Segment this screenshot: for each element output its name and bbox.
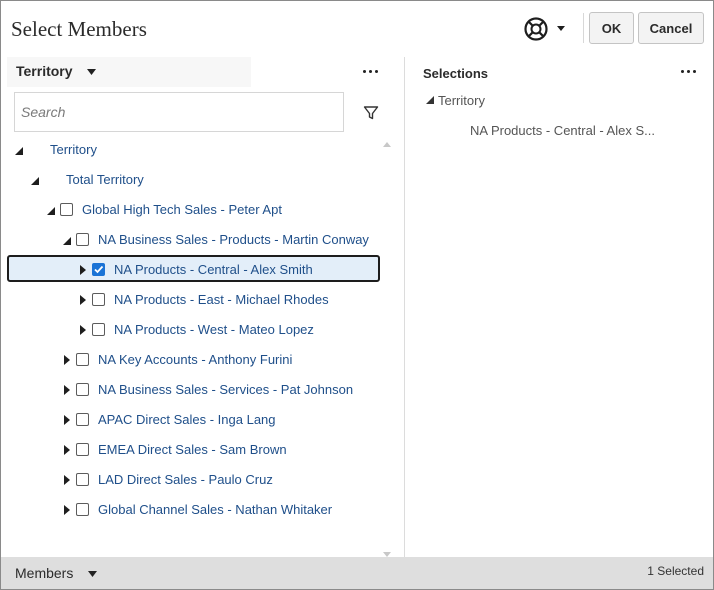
select-members-dialog: Select Members OK Cancel Territory Terri… [0,0,714,590]
tree-row[interactable]: Global High Tech Sales - Peter Apt [1,195,396,225]
tree-row[interactable]: NA Business Sales - Services - Pat Johns… [1,375,396,405]
members-view-dropdown[interactable]: Members [15,565,73,581]
collapsed-triangle-icon[interactable] [61,384,73,396]
checkbox[interactable] [76,413,89,426]
tree-row[interactable]: Global Channel Sales - Nathan Whitaker [1,495,396,525]
help-menu-chevron-down-icon[interactable] [556,23,566,33]
collapsed-triangle-icon[interactable] [61,354,73,366]
cancel-button[interactable]: Cancel [638,12,704,44]
tree-row[interactable]: NA Products - Central - Alex Smith [1,255,396,285]
collapsed-triangle-icon[interactable] [77,264,89,276]
checkbox[interactable] [76,353,89,366]
help-lifebuoy-icon[interactable] [523,16,549,42]
expanded-triangle-icon[interactable] [13,144,25,156]
filter-icon[interactable] [363,105,379,121]
selections-group-territory[interactable]: Territory [438,93,485,108]
collapsed-triangle-icon[interactable] [61,474,73,486]
collapsed-triangle-icon[interactable] [77,324,89,336]
tree-row[interactable]: LAD Direct Sales - Paulo Cruz [1,465,396,495]
selected-count: 1 Selected [647,564,704,578]
ok-button[interactable]: OK [589,12,634,44]
tree-item-label[interactable]: Territory [50,142,97,157]
search-input[interactable] [14,92,344,132]
selections-title: Selections [423,66,489,81]
tree-item-label[interactable]: EMEA Direct Sales - Sam Brown [98,442,287,457]
tree-item-label[interactable]: NA Products - Central - Alex Smith [114,262,313,277]
tree-item-label[interactable]: NA Products - East - Michael Rhodes [114,292,329,307]
dialog-title: Select Members [11,17,147,41]
checkbox[interactable] [60,203,73,216]
checkbox-checked[interactable] [92,263,105,276]
tree-row[interactable]: NA Key Accounts - Anthony Furini [1,345,396,375]
tree-row[interactable]: EMEA Direct Sales - Sam Brown [1,435,396,465]
members-chevron-down-icon[interactable] [88,571,97,578]
checkbox[interactable] [76,383,89,396]
tree-row[interactable]: NA Business Sales - Products - Martin Co… [1,225,396,255]
expanded-triangle-icon[interactable] [425,95,434,104]
checkbox[interactable] [92,293,105,306]
tree-row[interactable]: Total Territory [1,165,396,195]
tree-item-label[interactable]: NA Key Accounts - Anthony Furini [98,352,292,367]
tree-item-label[interactable]: NA Business Sales - Services - Pat Johns… [98,382,353,397]
checkbox[interactable] [76,503,89,516]
dimension-dropdown[interactable]: Territory [16,63,73,79]
tree-item-label[interactable]: Global High Tech Sales - Peter Apt [82,202,282,217]
left-panel-more-actions-icon[interactable] [363,70,381,76]
panel-divider [404,57,405,557]
checkbox[interactable] [76,473,89,486]
footer-bar: Members 1 Selected [1,557,713,589]
tree-row[interactable]: NA Products - West - Mateo Lopez [1,315,396,345]
checkbox[interactable] [76,443,89,456]
dimension-chevron-down-icon[interactable] [87,69,96,76]
tree-item-label[interactable]: LAD Direct Sales - Paulo Cruz [98,472,273,487]
tree-item-label[interactable]: NA Products - West - Mateo Lopez [114,322,314,337]
tree-row[interactable]: NA Products - East - Michael Rhodes [1,285,396,315]
tree-item-label[interactable]: NA Business Sales - Products - Martin Co… [98,232,369,247]
expanded-triangle-icon[interactable] [45,204,57,216]
collapsed-triangle-icon[interactable] [61,504,73,516]
expanded-triangle-icon[interactable] [61,234,73,246]
collapsed-triangle-icon[interactable] [61,414,73,426]
header-separator [583,13,584,43]
collapsed-triangle-icon[interactable] [77,294,89,306]
collapsed-triangle-icon[interactable] [61,444,73,456]
tree-item-label[interactable]: Global Channel Sales - Nathan Whitaker [98,502,332,517]
checkbox[interactable] [76,233,89,246]
selected-member[interactable]: NA Products - Central - Alex S... [470,123,655,138]
expanded-triangle-icon[interactable] [29,174,41,186]
tree-row[interactable]: APAC Direct Sales - Inga Lang [1,405,396,435]
tree-row[interactable]: Territory [1,135,396,165]
tree-item-label[interactable]: APAC Direct Sales - Inga Lang [98,412,276,427]
checkbox[interactable] [92,323,105,336]
tree-item-label[interactable]: Total Territory [66,172,144,187]
selections-more-actions-icon[interactable] [681,70,699,76]
